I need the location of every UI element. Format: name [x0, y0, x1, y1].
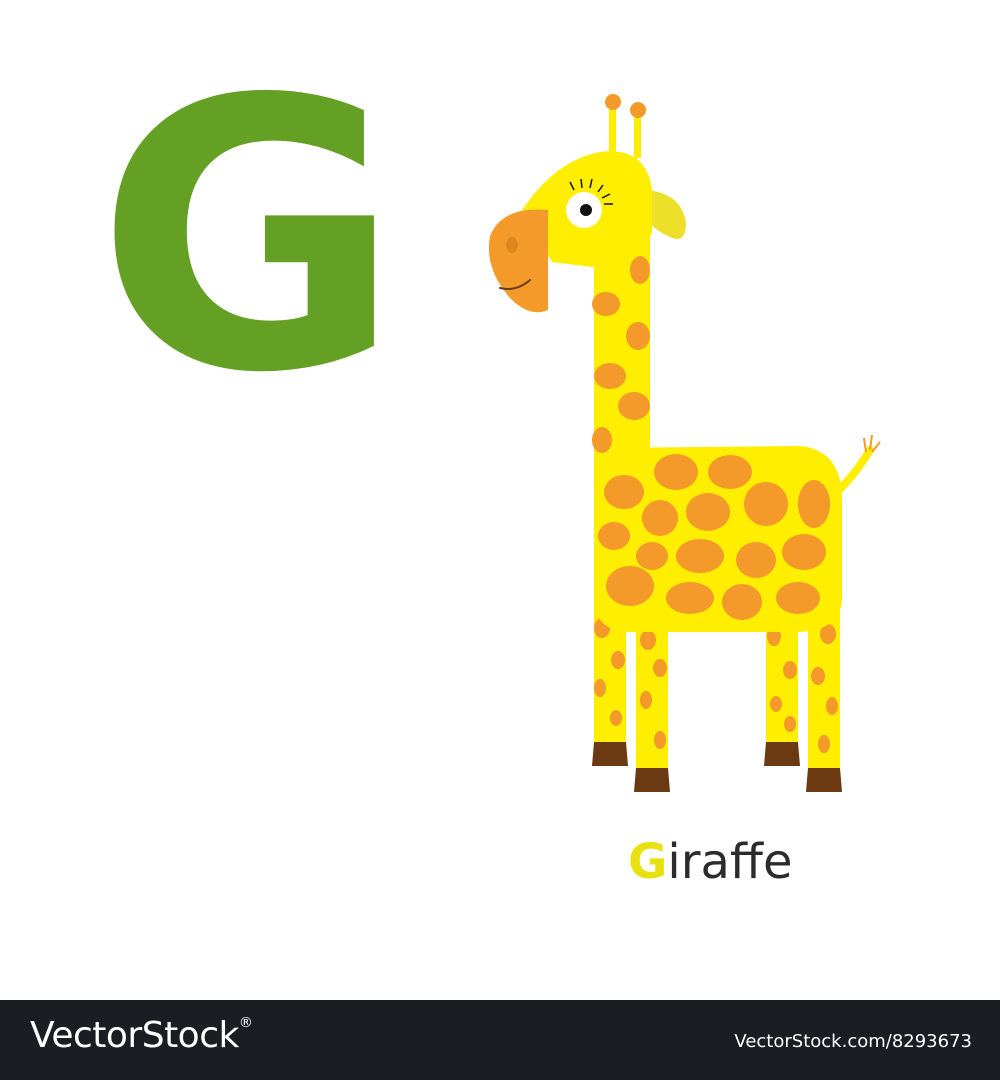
giraffe-horn [634, 112, 641, 158]
giraffe-nostril [506, 237, 518, 253]
watermark-footer: VectorStock® VectorStock.com/8293673 [0, 1000, 1000, 1080]
registered-mark: ® [238, 1015, 253, 1031]
vectorstock-url: VectorStock.com/8293673 [734, 1031, 972, 1052]
animal-name-initial: G [628, 834, 668, 890]
giraffe-horn-tip [605, 94, 621, 110]
giraffe-illustration [488, 94, 881, 792]
animal-name-rest: iraffe [667, 834, 793, 890]
giraffe-leg-spots [594, 618, 838, 753]
giraffe-hooves [592, 742, 842, 792]
giraffe-horn [609, 104, 616, 154]
animal-name: Giraffe [628, 838, 793, 886]
giraffe-muzzle [488, 209, 548, 313]
vectorstock-logo: VectorStock® [30, 1015, 253, 1056]
vectorstock-logo-text: VectorStock [30, 1015, 239, 1056]
alphabet-card: G Giraffe VectorStock® VectorStock.com/8… [0, 0, 1000, 1080]
giraffe-pupil [580, 204, 592, 216]
giraffe-horn-tip [630, 102, 646, 118]
